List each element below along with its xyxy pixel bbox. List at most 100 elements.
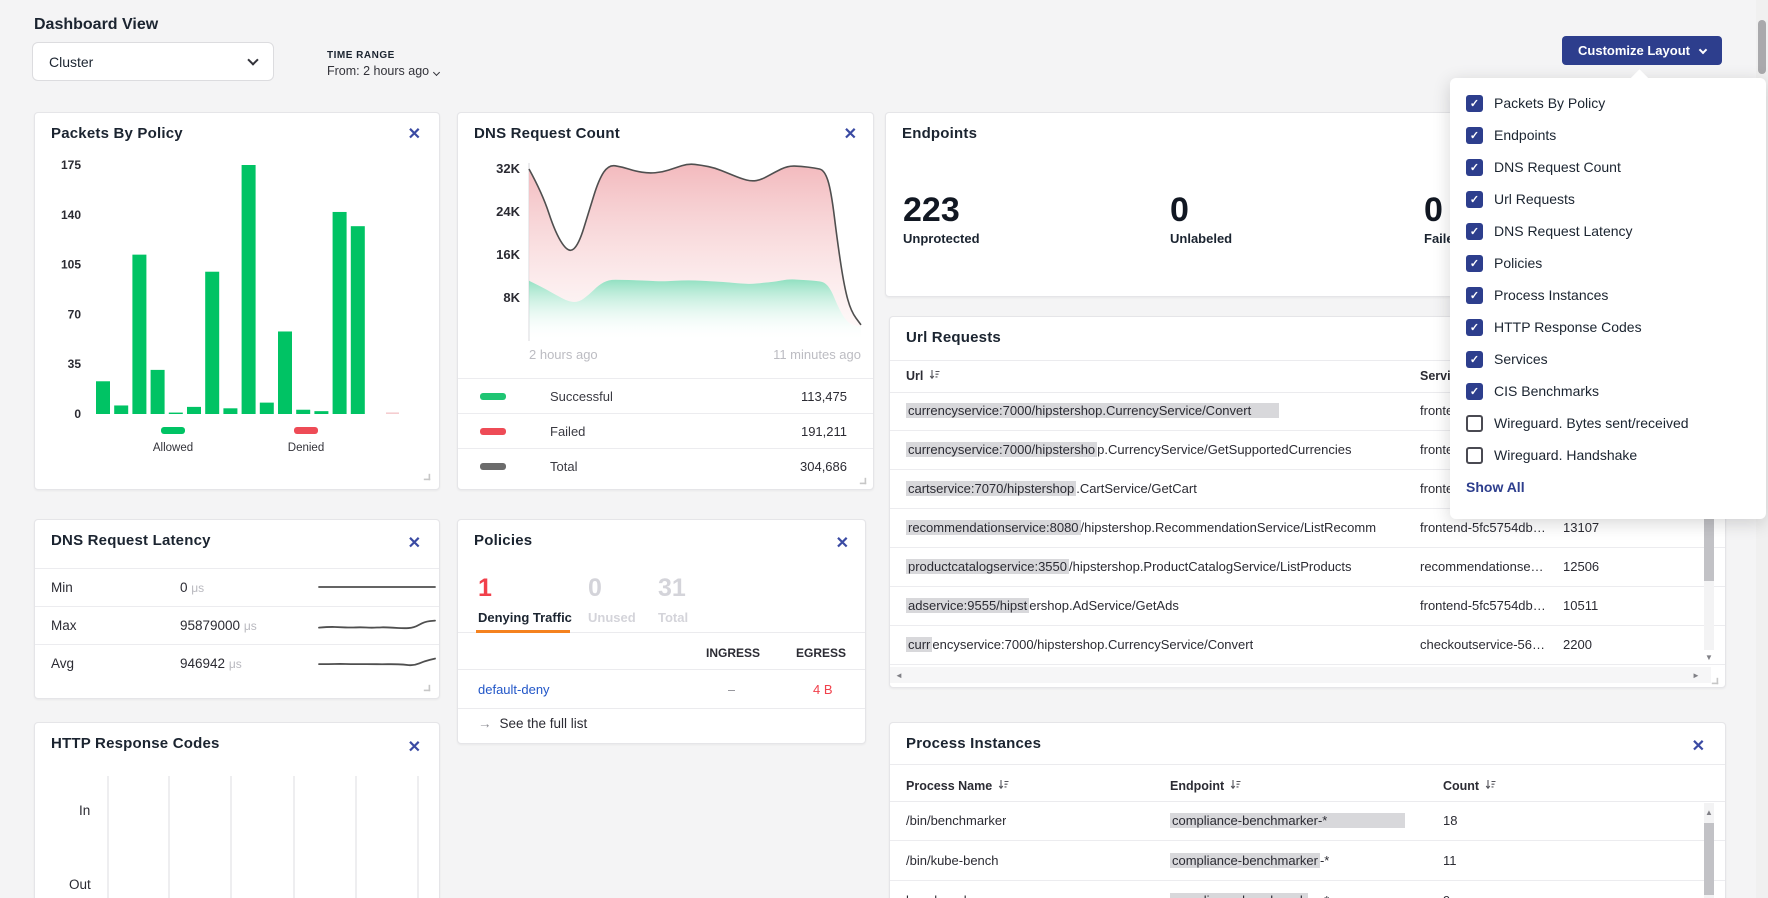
scroll-right-icon[interactable]: ►	[1692, 672, 1700, 680]
menu-item-process-instances[interactable]: ✓Process Instances	[1450, 279, 1766, 311]
card-dns-request-latency: DNS Request Latency ✕ Min0 μsMax95879000…	[34, 519, 440, 699]
card-packets-by-policy: Packets By Policy ✕ 17514010570350Allowe…	[34, 112, 440, 490]
service-cell: checkoutservice-56…	[1420, 637, 1545, 652]
close-icon[interactable]: ✕	[836, 536, 849, 552]
checkbox-checked-icon[interactable]: ✓	[1466, 351, 1483, 368]
latency-unit: μs	[191, 581, 204, 595]
menu-item-endpoints[interactable]: ✓Endpoints	[1450, 119, 1766, 151]
resize-handle-icon[interactable]	[424, 685, 430, 691]
card-dns-request-count: DNS Request Count ✕ 8K16K24K32K2 hours a…	[457, 112, 874, 490]
checkbox-checked-icon[interactable]: ✓	[1466, 159, 1483, 176]
menu-item-wireguard-handshake[interactable]: Wireguard. Handshake	[1450, 439, 1766, 471]
checkbox-unchecked-icon[interactable]	[1466, 415, 1483, 432]
url-cell: cartservice:7070/hipstershop.CartService…	[906, 481, 1197, 496]
menu-item-dns-request-count[interactable]: ✓ DNS Request Count	[1450, 151, 1766, 183]
count-cell: 2200	[1563, 637, 1592, 652]
column-header-url[interactable]: Url	[906, 369, 940, 383]
latency-unit: μs	[229, 657, 242, 671]
menu-item-label: Wireguard. Bytes sent/received	[1494, 415, 1689, 431]
checkbox-unchecked-icon[interactable]	[1466, 447, 1483, 464]
menu-item-http-response-codes[interactable]: ✓HTTP Response Codes	[1450, 311, 1766, 343]
stat-total-label[interactable]: Total	[658, 610, 688, 625]
checkbox-checked-icon[interactable]: ✓	[1466, 191, 1483, 208]
menu-item-label: DNS Request Count	[1494, 159, 1621, 175]
card-http-response-codes: HTTP Response Codes ✕ In Out	[34, 722, 440, 898]
show-all-link[interactable]: Show All	[1466, 479, 1766, 495]
time-range[interactable]: TIME RANGE From: 2 hours ago	[327, 50, 439, 78]
svg-text:Allowed: Allowed	[153, 442, 193, 454]
policy-name-link[interactable]: default-deny	[478, 682, 550, 697]
table-row[interactable]: /bin/benchmarkercompliance-benchmarker-*…	[890, 801, 1725, 841]
column-header-count[interactable]: Count	[1443, 779, 1496, 793]
resize-handle-icon[interactable]	[1712, 678, 1718, 684]
close-icon[interactable]: ✕	[408, 536, 421, 552]
count-cell: 11	[1443, 853, 1457, 868]
scroll-left-icon[interactable]: ◄	[895, 672, 903, 680]
table-vertical-scrollbar-thumb[interactable]	[1704, 823, 1714, 895]
column-header-egress: EGRESS	[796, 646, 846, 660]
table-row[interactable]: currencyservice:7000/hipstershop.Currenc…	[890, 626, 1725, 665]
column-header-process-name[interactable]: Process Name	[906, 779, 1009, 793]
menu-item-cis-benchmarks[interactable]: ✓CIS Benchmarks	[1450, 375, 1766, 407]
menu-item-policies[interactable]: ✓Policies	[1450, 247, 1766, 279]
service-cell: frontend-5fc5754db…	[1420, 520, 1546, 535]
latency-sparkline	[318, 614, 436, 638]
table-row[interactable]: adservice:9555/hipstershop.AdService/Get…	[890, 587, 1725, 626]
card-title: Endpoints	[902, 125, 977, 142]
menu-item-packets-by-policy[interactable]: ✓Packets By Policy	[1450, 87, 1766, 119]
menu-item-url-requests[interactable]: ✓Url Requests	[1450, 183, 1766, 215]
resize-handle-icon[interactable]	[860, 478, 866, 484]
sort-icon[interactable]	[998, 779, 1009, 793]
menu-item-label: DNS Request Latency	[1494, 223, 1633, 239]
checkbox-checked-icon[interactable]: ✓	[1466, 287, 1483, 304]
checkbox-checked-icon[interactable]: ✓	[1466, 319, 1483, 336]
scroll-up-icon[interactable]: ▲	[1705, 809, 1713, 817]
stat-total-value[interactable]: 31	[658, 574, 686, 603]
svg-text:11 minutes ago: 11 minutes ago	[773, 347, 861, 362]
svg-text:32K: 32K	[496, 161, 520, 176]
process-name-cell: /bin/kube-bench	[906, 853, 999, 868]
customize-layout-button[interactable]: Customize Layout	[1562, 36, 1722, 65]
stat-denying-label[interactable]: Denying Traffic	[478, 610, 572, 625]
svg-text:16K: 16K	[496, 247, 520, 262]
checkbox-checked-icon[interactable]: ✓	[1466, 127, 1483, 144]
checkbox-checked-icon[interactable]: ✓	[1466, 223, 1483, 240]
stat-unused-label[interactable]: Unused	[588, 610, 636, 625]
count-cell: 13107	[1563, 520, 1599, 535]
close-icon[interactable]: ✕	[1692, 739, 1705, 755]
view-selector[interactable]: Cluster	[32, 42, 274, 81]
checkbox-checked-icon[interactable]: ✓	[1466, 255, 1483, 272]
scroll-down-icon[interactable]: ▼	[1705, 654, 1713, 662]
time-range-label: TIME RANGE	[327, 50, 439, 61]
latency-label: Max	[51, 618, 77, 633]
view-selector-value: Cluster	[49, 54, 93, 70]
menu-item-dns-request-latency[interactable]: ✓ DNS Request Latency	[1450, 215, 1766, 247]
page-scrollbar-thumb[interactable]	[1758, 20, 1766, 74]
svg-text:2 hours ago: 2 hours ago	[529, 347, 598, 362]
card-title: DNS Request Latency	[51, 532, 211, 549]
card-title: Process Instances	[906, 735, 1041, 752]
checkbox-checked-icon[interactable]: ✓	[1466, 383, 1483, 400]
latency-value: 95879000 μs	[180, 618, 257, 633]
legend-row-failed: Failed191,211	[458, 413, 873, 448]
see-full-list-link[interactable]: →See the full list	[478, 716, 587, 731]
menu-item-services[interactable]: ✓Services	[1450, 343, 1766, 375]
column-header-endpoint[interactable]: Endpoint	[1170, 779, 1241, 793]
legend-swatch-icon	[480, 428, 506, 435]
card-process-instances: Process Instances ✕ Process Name Endpoin…	[889, 722, 1726, 898]
table-row[interactable]: /bin/kube-benchcompliance-benchmarker-*1…	[890, 841, 1725, 881]
resize-handle-icon[interactable]	[424, 474, 430, 480]
menu-item-wireguard-bytes-sent-received[interactable]: Wireguard. Bytes sent/received	[1450, 407, 1766, 439]
stat-denying-value[interactable]: 1	[478, 574, 492, 603]
table-horizontal-scrollbar[interactable]	[890, 667, 1711, 683]
table-row[interactable]: productcatalogservice:3550/hipstershop.P…	[890, 548, 1725, 587]
time-range-value[interactable]: From: 2 hours ago	[327, 64, 439, 78]
chevron-down-icon	[247, 54, 258, 65]
stat-unused-value[interactable]: 0	[588, 574, 602, 603]
table-row[interactable]: benchmarkercompliance-benchmarker-*9	[890, 881, 1725, 898]
sort-icon[interactable]	[929, 369, 940, 383]
sort-icon[interactable]	[1485, 779, 1496, 793]
checkbox-checked-icon[interactable]: ✓	[1466, 95, 1483, 112]
sort-icon[interactable]	[1230, 779, 1241, 793]
svg-text:175: 175	[61, 158, 81, 172]
